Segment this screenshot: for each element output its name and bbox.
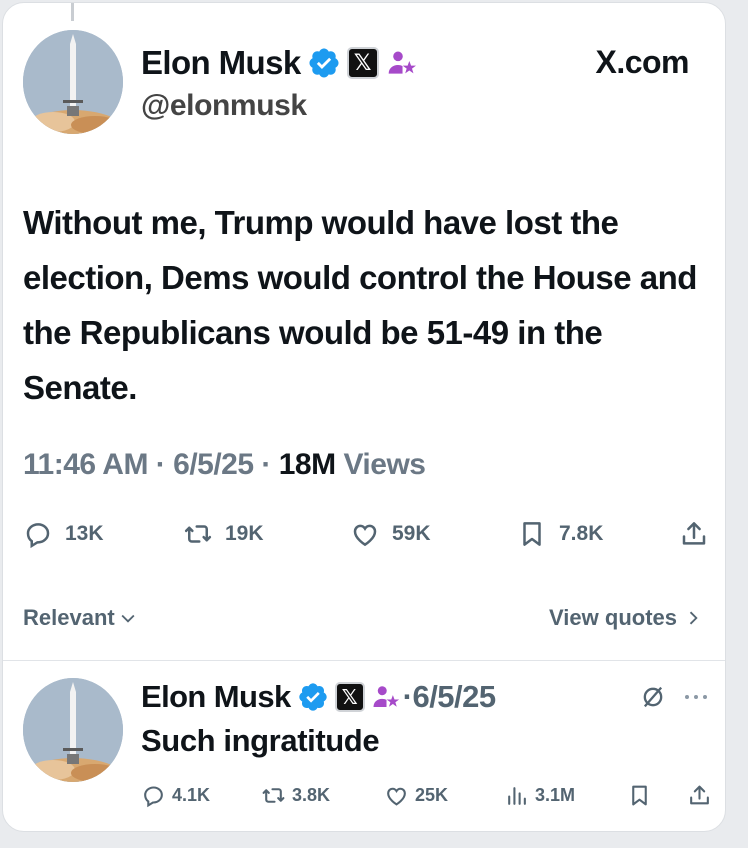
- reply-icon: [144, 786, 163, 808]
- more-icon[interactable]: [681, 685, 711, 709]
- reply-views-count: 3.1M: [535, 785, 576, 805]
- bookmark-icon: [632, 785, 647, 806]
- tweet-text: Without me, Trump would have lost the el…: [23, 204, 697, 406]
- thread-line: [71, 3, 74, 21]
- verified-badge-icon: [298, 683, 327, 711]
- x-badge-icon: 𝕏: [334, 682, 365, 712]
- tweet-actions: 13K 19K 59K 7.8K: [23, 519, 713, 559]
- like-count: 59K: [392, 522, 431, 545]
- share-button[interactable]: [679, 519, 721, 549]
- verified-badge-icon: [309, 48, 339, 78]
- meta-separator: ·: [155, 448, 166, 481]
- reply-share-button[interactable]: [687, 783, 718, 808]
- reply-avatar[interactable]: [23, 678, 123, 782]
- view-quotes-label: View quotes: [549, 605, 677, 630]
- like-button[interactable]: 59K: [350, 519, 431, 549]
- tweet-card: Elon Musk 𝕏 @elonmusk X.com Without me, …: [2, 2, 726, 832]
- reply-like-count: 25K: [415, 785, 449, 805]
- reply-date[interactable]: ·6/5/25: [403, 679, 497, 715]
- share-icon: [682, 522, 706, 545]
- reply-reply-button[interactable]: 4.1K: [141, 783, 210, 808]
- like-icon: [353, 524, 377, 547]
- reply-bookmark-button[interactable]: [627, 783, 658, 808]
- views-icon: [508, 787, 526, 805]
- tweet-date[interactable]: 6/5/25: [173, 448, 254, 481]
- author-handle[interactable]: @elonmusk: [141, 89, 307, 123]
- reply-author-row: Elon Musk 𝕏 ·6/5/25: [141, 677, 496, 717]
- meta-separator: ·: [261, 448, 271, 481]
- affiliate-icon: [388, 51, 416, 74]
- author-row: Elon Musk 𝕏: [141, 40, 419, 86]
- reply-button[interactable]: 13K: [23, 519, 104, 549]
- grok-icon[interactable]: [639, 683, 667, 711]
- like-icon: [387, 787, 406, 806]
- retweet-icon: [262, 788, 285, 803]
- author-name[interactable]: Elon Musk: [141, 44, 301, 82]
- share-icon: [690, 785, 709, 805]
- views-label: Views: [343, 448, 426, 481]
- bookmark-count: 7.8K: [559, 522, 604, 545]
- reply-views-button[interactable]: 3.1M: [504, 783, 575, 808]
- reply-text: Such ingratitude: [141, 723, 380, 758]
- view-quotes-link[interactable]: View quotes: [549, 605, 703, 631]
- affiliate-icon: [373, 686, 399, 707]
- reply-count: 13K: [65, 522, 104, 545]
- reply-actions: 4.1K 3.8K 25K 3.1M: [141, 783, 721, 815]
- retweet-button[interactable]: 19K: [183, 519, 264, 549]
- divider: [3, 660, 725, 661]
- bookmark-button[interactable]: 7.8K: [517, 519, 603, 549]
- reply-like-button[interactable]: 25K: [384, 783, 448, 808]
- retweet-count: 19K: [225, 522, 264, 545]
- views-count: 18M: [278, 448, 336, 481]
- tweet-time[interactable]: 11:46 AM: [23, 448, 148, 481]
- site-label: X.com: [595, 44, 689, 80]
- avatar[interactable]: [23, 30, 123, 134]
- reply-retweet-button[interactable]: 3.8K: [261, 783, 330, 808]
- reply-retweet-count: 3.8K: [292, 785, 331, 805]
- chevron-right-icon: [689, 611, 698, 625]
- sort-label: Relevant: [23, 605, 115, 630]
- bookmark-icon: [523, 522, 541, 546]
- x-badge-icon: 𝕏: [346, 47, 379, 79]
- reply-icon: [26, 523, 50, 549]
- tweet-meta: 11:46 AM · 6/5/25 · 18M Views: [23, 448, 426, 482]
- chevron-down-icon: [121, 614, 135, 623]
- retweet-icon: [184, 525, 212, 543]
- reply-reply-count: 4.1K: [172, 785, 211, 805]
- sort-dropdown[interactable]: Relevant: [23, 605, 138, 631]
- reply-author-name[interactable]: Elon Musk: [141, 679, 291, 715]
